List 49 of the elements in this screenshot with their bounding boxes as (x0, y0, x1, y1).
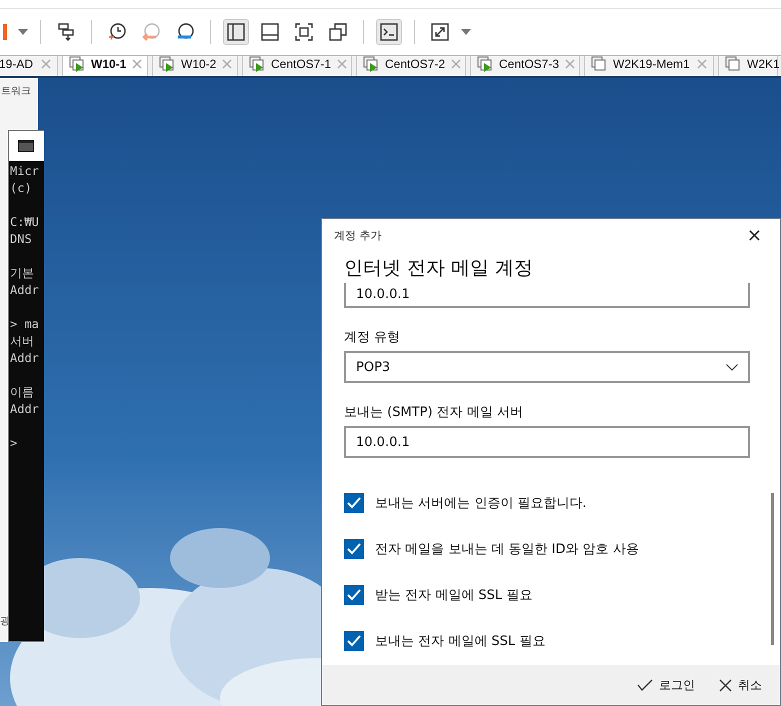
vm-tab[interactable]: CentOS7-1 (242, 56, 352, 76)
field-label: 보내는 (SMTP) 전자 메일 서버 (344, 404, 524, 421)
caret-icon (461, 29, 471, 35)
cancel-button[interactable]: 취소 (717, 674, 764, 696)
login-button[interactable]: 로그인 (635, 674, 697, 696)
sidebar-view-icon[interactable] (223, 19, 249, 45)
field-label: 계정 유형 (344, 329, 402, 346)
checkbox[interactable] (344, 585, 364, 605)
console-line: Micr (10, 163, 39, 180)
dialog-heading: 인터넷 전자 메일 계정 (344, 256, 534, 281)
console-app-icon (18, 140, 34, 152)
close-icon (719, 678, 732, 692)
checkbox[interactable] (344, 539, 364, 559)
select-field[interactable]: POP3 (344, 351, 750, 383)
console-line: DNS (10, 231, 32, 248)
vm-tab[interactable]: CentOS7-2 (356, 56, 466, 76)
console-line: C:₩U (10, 214, 39, 231)
console-line: Addr (10, 282, 39, 299)
vm-tab[interactable]: 19-AD (0, 56, 58, 76)
vm-tab[interactable]: CentOS7-3 (470, 56, 580, 76)
checkbox-label: 보내는 서버에는 인증이 필요합니다. (375, 495, 587, 512)
console-line: > (10, 435, 18, 452)
console-line: Addr (10, 350, 39, 367)
check-icon (637, 679, 653, 691)
window-title: 트워크 (1, 85, 31, 98)
pause-icon[interactable] (0, 23, 10, 41)
checkbox[interactable] (344, 493, 364, 513)
vm-tab[interactable]: W2K19-Mem1 (584, 56, 714, 76)
vm-tab[interactable]: W10-2 (152, 56, 238, 76)
console-line: 서버 (10, 333, 34, 350)
close-button[interactable]: × (742, 224, 766, 246)
chevron-icon (726, 364, 738, 370)
console-icon[interactable] (376, 19, 402, 45)
vm-tab[interactable]: W10-1 (62, 56, 148, 76)
console-line: (c) (10, 180, 32, 197)
input-field[interactable]: 10.0.0.1 (344, 283, 750, 308)
input-field[interactable]: 10.0.0.1 (344, 426, 750, 458)
scrollbar[interactable] (771, 493, 774, 645)
checkbox-label: 받는 전자 메일에 SSL 필요 (375, 587, 532, 604)
checkbox[interactable] (344, 631, 364, 651)
caret-icon (18, 29, 28, 35)
console-line: 기본 (10, 265, 34, 282)
console-line: > ma (10, 316, 39, 333)
dialog-title: 계정 추가 (334, 228, 382, 242)
checkbox-label: 보내는 전자 메일에 SSL 필요 (375, 633, 546, 650)
checkbox-label: 전자 메일을 보내는 데 동일한 ID와 암호 사용 (375, 541, 639, 558)
vm-tab[interactable]: W2K1 (718, 56, 778, 76)
console-line: 이름 (10, 384, 34, 401)
console-line: Addr (10, 401, 39, 418)
